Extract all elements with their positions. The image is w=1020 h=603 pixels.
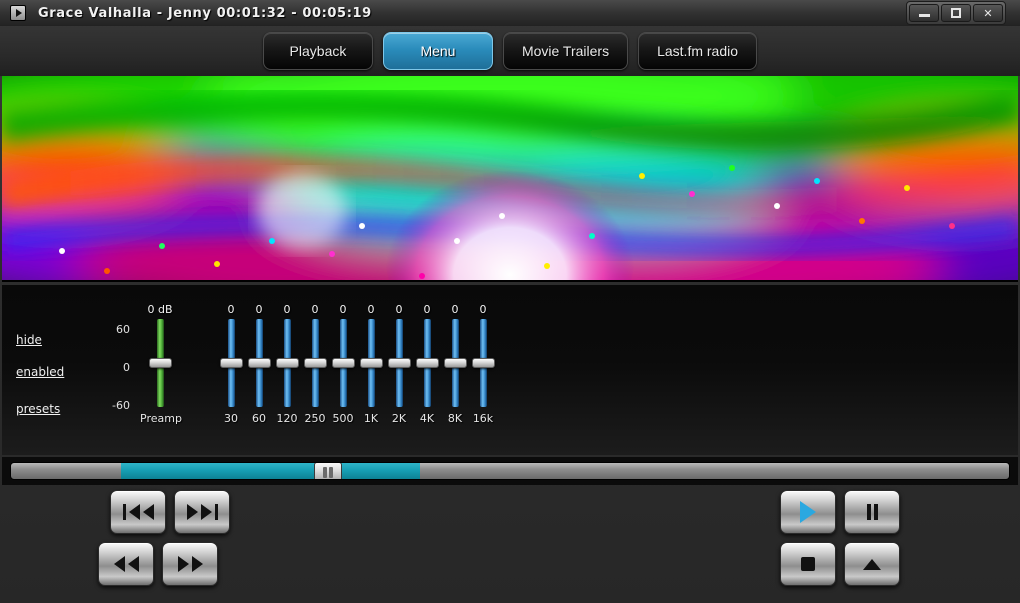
pause-button[interactable] (844, 490, 900, 534)
eq-scale-mid: 0 (123, 361, 130, 374)
seek-progress-fill (120, 463, 421, 479)
eq-band-thumb[interactable] (359, 358, 383, 368)
eq-band-track[interactable] (443, 319, 467, 407)
eject-button[interactable] (844, 542, 900, 586)
preamp-value: 0 dB (147, 303, 173, 316)
eq-band-thumb[interactable] (247, 358, 271, 368)
window-controls: ✕ (906, 1, 1006, 25)
eq-band-track[interactable] (471, 319, 495, 407)
tab-movie-trailers[interactable]: Movie Trailers (502, 32, 629, 70)
eq-band-thumb[interactable] (219, 358, 243, 368)
eq-band-track[interactable] (247, 319, 271, 407)
eq-band-thumb[interactable] (387, 358, 411, 368)
next-track-button[interactable] (174, 490, 230, 534)
eq-band-track[interactable] (303, 319, 327, 407)
eq-band-thumb[interactable] (415, 358, 439, 368)
eq-band-thumb[interactable] (331, 358, 355, 368)
transport-controls: Grace Valhalla - Jenny 00:01:32 - 00:05:… (0, 486, 1020, 603)
eq-band-track[interactable] (415, 319, 439, 407)
eq-band-thumb[interactable] (443, 358, 467, 368)
eq-scale-top: 60 (116, 323, 130, 336)
rewind-button[interactable] (98, 542, 154, 586)
preamp-label: Preamp (140, 412, 182, 425)
media-player-window: Grace Valhalla - Jenny 00:01:32 - 00:05:… (0, 0, 1020, 603)
hide-link[interactable]: hide (16, 333, 42, 347)
title-bar: Grace Valhalla - Jenny 00:01:32 - 00:05:… (0, 0, 1020, 26)
seek-handle[interactable] (314, 463, 342, 479)
fast-forward-button[interactable] (162, 542, 218, 586)
eq-band-track[interactable] (387, 319, 411, 407)
visualization-canvas (2, 76, 1018, 280)
eq-band-track[interactable] (275, 319, 299, 407)
eq-band-thumb[interactable] (303, 358, 327, 368)
music-visualization[interactable] (2, 76, 1018, 282)
eq-band-track[interactable] (219, 319, 243, 407)
eq-band-16k[interactable]: 0 16k (466, 303, 500, 425)
eq-band-thumb[interactable] (471, 358, 495, 368)
presets-link[interactable]: presets (16, 402, 60, 416)
stop-button[interactable] (780, 542, 836, 586)
previous-track-button[interactable] (110, 490, 166, 534)
eq-band-track[interactable] (359, 319, 383, 407)
tab-bar: Playback Menu Movie Trailers Last.fm rad… (0, 26, 1020, 76)
preamp-thumb[interactable] (148, 358, 172, 368)
play-app-icon (10, 5, 26, 21)
eq-scale-bottom: -60 (112, 399, 130, 412)
play-button[interactable] (780, 490, 836, 534)
window-title: Grace Valhalla - Jenny 00:01:32 - 00:05:… (38, 5, 372, 21)
eq-band-track[interactable] (331, 319, 355, 407)
minimize-button[interactable] (909, 4, 939, 22)
seek-bar[interactable] (10, 462, 1010, 480)
tab-playback[interactable]: Playback (262, 32, 373, 70)
enabled-link[interactable]: enabled (16, 365, 64, 379)
seek-bar-container (2, 457, 1018, 485)
eq-band-label: 16k (472, 412, 494, 425)
tab-menu[interactable]: Menu (382, 32, 493, 70)
maximize-button[interactable] (941, 4, 971, 22)
tab-lastfm-radio[interactable]: Last.fm radio (638, 32, 758, 70)
eq-band-value: 0 (479, 303, 487, 316)
preamp-track[interactable] (148, 319, 172, 407)
preamp-slider[interactable]: 0 dB Preamp (140, 303, 182, 425)
close-button[interactable]: ✕ (973, 4, 1003, 22)
equalizer-panel: hide enabled presets 60 0 -60 0 dB Pream… (2, 284, 1018, 455)
eq-band-thumb[interactable] (275, 358, 299, 368)
